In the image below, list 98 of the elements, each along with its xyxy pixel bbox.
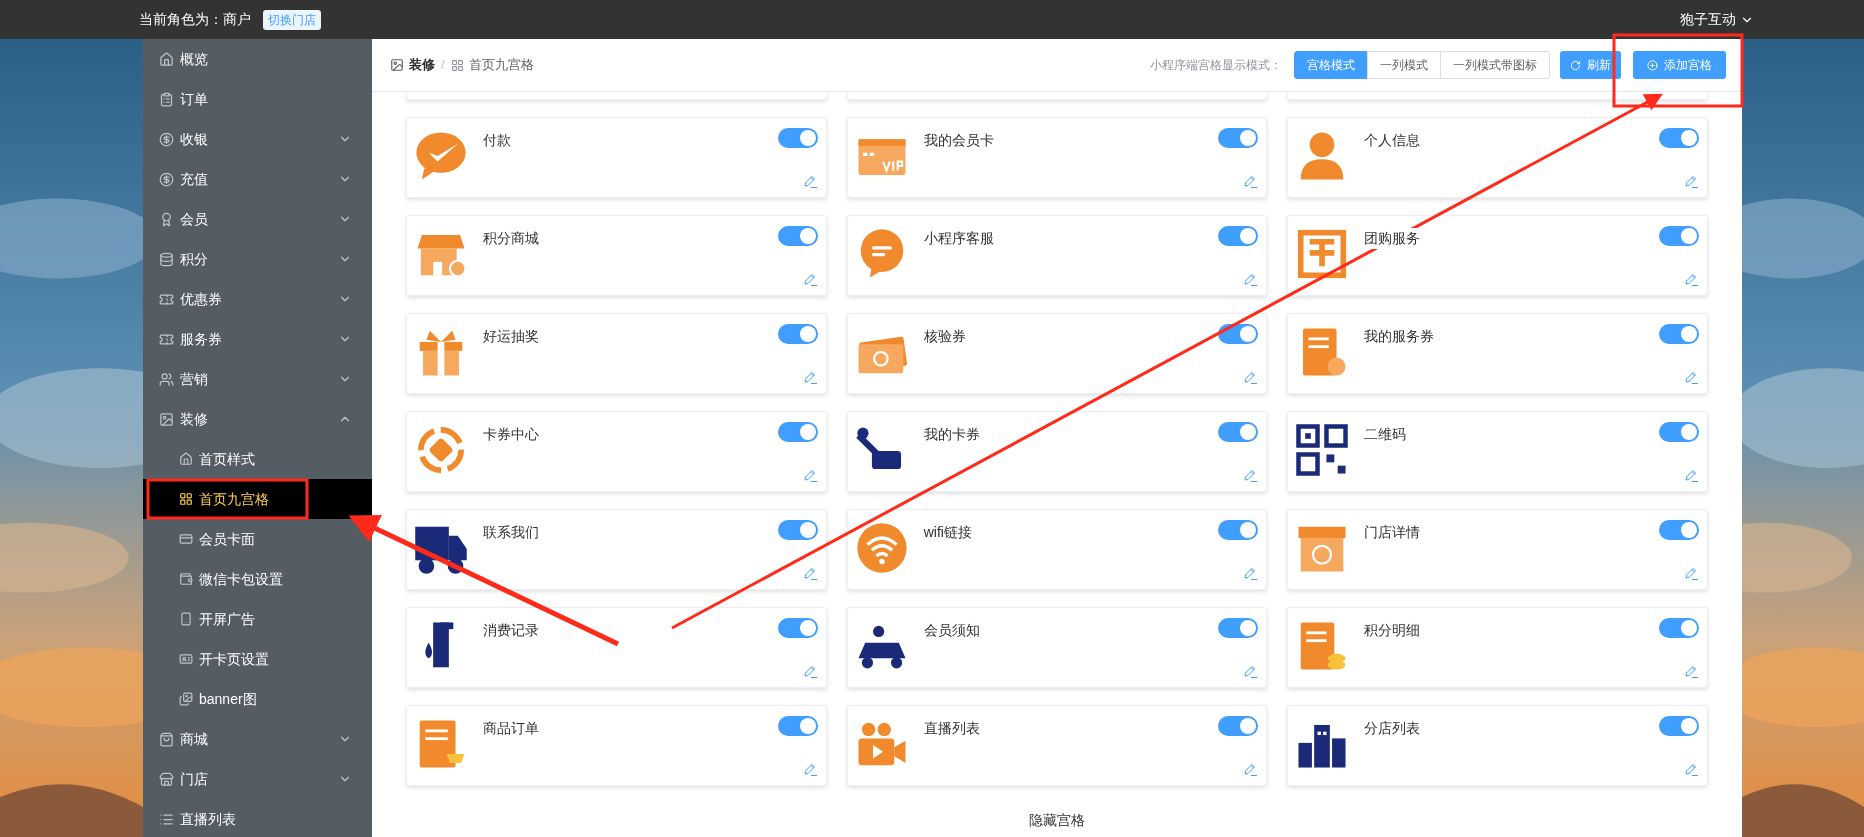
menu-icon (159, 91, 174, 107)
edit-icon[interactable] (1242, 761, 1259, 777)
menu-icon (159, 131, 174, 147)
menu-icon (179, 612, 193, 626)
toggle-switch[interactable] (1659, 226, 1699, 246)
toggle-switch[interactable] (1218, 716, 1259, 736)
menu-icon (179, 652, 193, 666)
toggle-switch[interactable] (777, 716, 818, 736)
sidebar-item[interactable]: 服务券 (143, 319, 372, 359)
menu-icon (159, 211, 174, 227)
sidebar-item[interactable]: 直播列表 (143, 799, 372, 837)
edit-icon[interactable] (801, 369, 818, 385)
submenu-item[interactable]: 会员卡面 (143, 519, 372, 559)
toggle-switch[interactable] (1218, 422, 1259, 442)
grid-icon (450, 58, 464, 72)
edit-icon[interactable] (1242, 565, 1259, 581)
breadcrumb-item: 首页九宫格 (468, 56, 534, 75)
menu-icon (159, 731, 174, 747)
menu-icon (159, 291, 174, 307)
toggle-switch[interactable] (777, 226, 818, 246)
menu-icon (159, 771, 174, 787)
edit-icon[interactable] (1242, 173, 1259, 189)
breadcrumb-item[interactable]: 装修 (409, 55, 435, 75)
edit-icon[interactable] (1683, 173, 1699, 189)
edit-icon[interactable] (801, 761, 818, 777)
edit-icon[interactable] (801, 271, 818, 287)
toggle-switch[interactable] (777, 128, 818, 148)
submenu-item[interactable]: 首页样式 (143, 439, 372, 479)
sidebar-item[interactable]: 概览 (143, 39, 372, 79)
sidebar-item[interactable]: 商城 (143, 719, 372, 759)
toggle-switch[interactable] (1659, 128, 1699, 148)
sidebar-item[interactable]: 装修 (143, 399, 372, 439)
toggle-switch[interactable] (777, 520, 818, 540)
menu-icon (159, 171, 174, 187)
edit-icon[interactable] (801, 467, 818, 483)
submenu-item[interactable]: 开卡页设置 (143, 639, 372, 679)
edit-icon[interactable] (1242, 369, 1259, 385)
edit-icon[interactable] (1242, 467, 1259, 483)
mode-tab[interactable]: 一列模式带图标 (1440, 51, 1550, 79)
toggle-switch[interactable] (1218, 226, 1259, 246)
tile-icon (1294, 422, 1351, 478)
toggle-switch[interactable] (1659, 520, 1699, 540)
sidebar-item[interactable]: 门店 (143, 759, 372, 799)
edit-icon[interactable] (1683, 761, 1699, 777)
edit-icon[interactable] (1683, 369, 1699, 385)
edit-icon[interactable] (801, 565, 818, 581)
menu-icon (159, 51, 174, 67)
submenu-item[interactable]: banner图 (143, 679, 372, 719)
menu-icon (179, 572, 193, 586)
plus-icon (1647, 59, 1658, 71)
menu-icon (159, 411, 174, 427)
sidebar-item[interactable]: 积分 (143, 239, 372, 279)
edit-icon[interactable] (1683, 663, 1699, 679)
edit-icon[interactable] (1242, 271, 1259, 287)
sidebar-item[interactable]: 优惠券 (143, 279, 372, 319)
role-label: 当前角色为：商户 (139, 10, 251, 29)
sidebar-item[interactable]: 订单 (143, 79, 372, 119)
breadcrumb-separator: / (441, 56, 445, 75)
toggle-switch[interactable] (1659, 422, 1699, 442)
menu-icon (179, 492, 193, 506)
refresh-icon (1570, 59, 1581, 71)
menu-icon (179, 692, 193, 706)
sidebar-item[interactable]: 充值 (143, 159, 372, 199)
mode-tab[interactable]: 一列模式 (1367, 51, 1441, 79)
decorate-icon (390, 58, 404, 72)
edit-icon[interactable] (1683, 271, 1699, 287)
edit-icon[interactable] (1242, 663, 1259, 679)
toggle-switch[interactable] (1659, 618, 1699, 638)
tile-name: 核验券 (923, 326, 966, 347)
edit-icon[interactable] (801, 663, 818, 679)
toggle-switch[interactable] (1218, 520, 1259, 540)
menu-icon (159, 811, 174, 827)
edit-icon[interactable] (1683, 565, 1699, 581)
toggle-switch[interactable] (1659, 716, 1699, 736)
toggle-switch[interactable] (1218, 618, 1259, 638)
menu-icon (179, 532, 193, 546)
edit-icon[interactable] (801, 173, 818, 189)
menu-icon (159, 331, 174, 347)
sidebar-item[interactable]: 收银 (143, 119, 372, 159)
tile-name: 团购服务 (1364, 228, 1421, 249)
menu-icon (159, 371, 174, 387)
menu-icon (179, 452, 193, 466)
sidebar-item[interactable]: 会员 (143, 199, 372, 239)
toggle-switch[interactable] (777, 422, 818, 442)
account-menu[interactable]: 狍子互动 (1680, 9, 1754, 30)
edit-icon[interactable] (1683, 467, 1699, 483)
submenu-item[interactable]: 开屏广告 (143, 599, 372, 639)
toggle-switch[interactable] (777, 618, 818, 638)
toggle-switch[interactable] (1659, 324, 1699, 344)
toggle-switch[interactable] (1218, 128, 1259, 148)
menu-icon (159, 251, 174, 267)
toggle-switch[interactable] (777, 324, 818, 344)
submenu-item[interactable]: 微信卡包设置 (143, 559, 372, 599)
sidebar-item[interactable]: 营销 (143, 359, 372, 399)
mode-label: 小程序端宫格显示模式： (1150, 57, 1282, 74)
toggle-switch[interactable] (1218, 324, 1259, 344)
section-title: 隐藏宫格 (1029, 812, 1085, 828)
tile-name: 个人信息 (1364, 130, 1421, 151)
